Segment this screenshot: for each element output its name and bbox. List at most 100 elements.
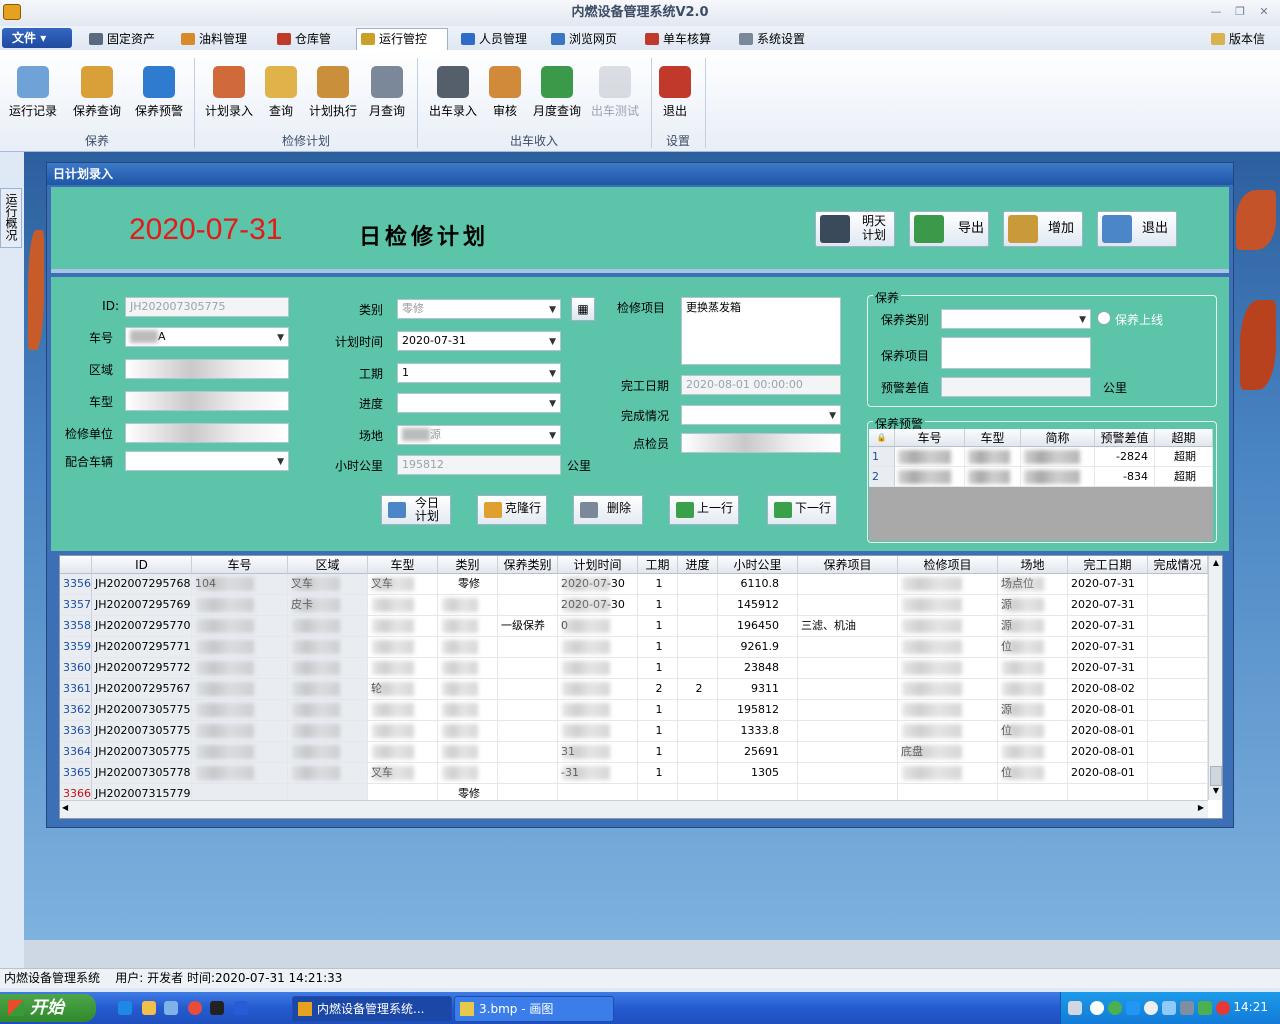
table-cell-mtype[interactable] xyxy=(498,784,558,800)
table-cell-fin[interactable]: 2020-08-02 xyxy=(1068,679,1148,700)
menu-1[interactable]: 固定资产 xyxy=(84,28,170,50)
table-cell-id[interactable]: JH202007305778 xyxy=(92,763,192,784)
ribbon-button-11[interactable]: 出车测试 xyxy=(584,64,646,124)
table-cell-days[interactable]: 1 xyxy=(638,742,678,763)
exit-button[interactable]: 退出 xyxy=(1097,211,1177,247)
item-textarea[interactable]: 更换蒸发箱 xyxy=(681,297,841,365)
table-cell-days[interactable]: 2 xyxy=(638,679,678,700)
clone-row-button[interactable]: 克隆行 xyxy=(477,495,547,525)
network-icon[interactable] xyxy=(1108,1001,1122,1015)
progress-select[interactable]: ▼ xyxy=(397,393,561,413)
table-cell-hours[interactable]: 9261.9 xyxy=(718,637,798,658)
table-cell-item[interactable] xyxy=(898,784,998,800)
table-cell-mitem[interactable] xyxy=(798,595,898,616)
ribbon-button-6[interactable]: 计划执行 xyxy=(302,64,364,124)
table-cell-fin[interactable]: 2020-08-01 xyxy=(1068,721,1148,742)
table-cell-mitem[interactable] xyxy=(798,679,898,700)
scroll-down-icon[interactable]: ▼ xyxy=(1209,786,1223,795)
table-cell-fin[interactable]: 2020-07-31 xyxy=(1068,637,1148,658)
table-cell-type[interactable]: 零修 xyxy=(438,784,498,800)
table-cell-done[interactable] xyxy=(1148,721,1208,742)
table-cell-fin[interactable]: 2020-07-31 xyxy=(1068,616,1148,637)
table-cell-model[interactable] xyxy=(368,784,438,800)
tray-arrow-icon[interactable] xyxy=(1090,1001,1104,1015)
table-cell-prog[interactable] xyxy=(678,742,718,763)
table-cell-done[interactable] xyxy=(1148,700,1208,721)
table-cell-id[interactable]: JH202007305775 xyxy=(92,742,192,763)
table-cell-mtype[interactable] xyxy=(498,658,558,679)
table-cell-prog[interactable] xyxy=(678,616,718,637)
table-cell-fin[interactable]: 2020-08-01 xyxy=(1068,700,1148,721)
table-cell-days[interactable]: 1 xyxy=(638,721,678,742)
app-shortcut-icon[interactable] xyxy=(234,1001,248,1015)
qq-icon[interactable] xyxy=(210,1001,224,1015)
warn-diff-field[interactable] xyxy=(941,377,1091,397)
table-cell-id[interactable]: JH202007295771 xyxy=(92,637,192,658)
table-cell-mitem[interactable] xyxy=(798,574,898,595)
folder-icon[interactable] xyxy=(142,1001,156,1015)
finish-date-field[interactable]: 2020-08-01 00:00:00 xyxy=(681,375,841,395)
table-cell-mitem[interactable] xyxy=(798,658,898,679)
partner-select[interactable]: ▼ xyxy=(125,451,289,471)
monitor-icon[interactable] xyxy=(1180,1001,1194,1015)
table-cell-hours[interactable]: 23848 xyxy=(718,658,798,679)
tomorrow-plan-button[interactable]: 明天 计划 xyxy=(815,211,895,247)
ribbon-button-12[interactable]: 退出 xyxy=(644,64,706,124)
table-cell-id[interactable]: JH202007305775 xyxy=(92,700,192,721)
site-select[interactable]: 源 ▼ xyxy=(397,425,561,445)
security-icon[interactable] xyxy=(1198,1001,1212,1015)
next-row-button[interactable]: 下一行 xyxy=(767,495,837,525)
ribbon-button-2[interactable]: 保养查询 xyxy=(66,64,128,124)
menu-7[interactable]: 单车核算 xyxy=(640,28,728,50)
table-cell-hours[interactable]: 9311 xyxy=(718,679,798,700)
table-cell-mitem[interactable]: 三滤、机油 xyxy=(798,616,898,637)
area-field[interactable] xyxy=(125,359,289,379)
inspector-field[interactable] xyxy=(681,433,841,453)
plan-time-select[interactable]: 2020-07-31 ▼ xyxy=(397,331,561,351)
type-select[interactable]: 零修 ▼ xyxy=(397,299,561,319)
ribbon-button-3[interactable]: 保养预警 xyxy=(128,64,190,124)
table-cell-prog[interactable] xyxy=(678,637,718,658)
table-cell-days[interactable]: 1 xyxy=(638,595,678,616)
audio-icon[interactable] xyxy=(1162,1001,1176,1015)
table-cell-days[interactable]: 1 xyxy=(638,574,678,595)
menu-8[interactable]: 系统设置 xyxy=(734,28,824,50)
table-cell-hours[interactable]: 195812 xyxy=(718,700,798,721)
table-cell-fin[interactable]: 2020-08-01 xyxy=(1068,763,1148,784)
table-cell-id[interactable]: JH202007295769 xyxy=(92,595,192,616)
table-cell-prog[interactable]: 2 xyxy=(678,679,718,700)
table-cell-days[interactable]: 1 xyxy=(638,616,678,637)
export-button[interactable]: 导出 xyxy=(909,211,989,247)
table-cell-days[interactable]: 1 xyxy=(638,763,678,784)
table-cell-id[interactable]: JH202007295768 xyxy=(92,574,192,595)
close-icon[interactable]: ✕ xyxy=(1256,5,1272,19)
scroll-left-icon[interactable]: ◀ xyxy=(62,803,68,812)
table-cell-done[interactable] xyxy=(1148,742,1208,763)
table-cell-done[interactable] xyxy=(1148,679,1208,700)
table-cell-mitem[interactable] xyxy=(798,742,898,763)
maint-item-field[interactable] xyxy=(941,337,1091,369)
table-cell-area[interactable] xyxy=(288,784,368,800)
table-cell-prog[interactable] xyxy=(678,700,718,721)
table-cell-hours[interactable]: 145912 xyxy=(718,595,798,616)
table-cell-mtype[interactable]: 一级保养 xyxy=(498,616,558,637)
delete-button[interactable]: 删除 xyxy=(573,495,643,525)
unit-field[interactable] xyxy=(125,423,289,443)
menu-4[interactable]: 运行管控 xyxy=(356,28,448,50)
table-cell-done[interactable] xyxy=(1148,784,1208,800)
table-cell-mitem[interactable] xyxy=(798,763,898,784)
table-cell-mtype[interactable] xyxy=(498,763,558,784)
ribbon-button-7[interactable]: 月查询 xyxy=(356,64,418,124)
table-cell-prog[interactable] xyxy=(678,784,718,800)
table-cell-id[interactable]: JH202007295767 xyxy=(92,679,192,700)
browser-icon[interactable] xyxy=(164,1001,178,1015)
chrome-icon[interactable] xyxy=(188,1001,202,1015)
table-cell-id[interactable]: JH202007295772 xyxy=(92,658,192,679)
shield-icon[interactable] xyxy=(1216,1001,1230,1015)
table-cell-mtype[interactable] xyxy=(498,721,558,742)
menu-5[interactable]: 人员管理 xyxy=(456,28,538,50)
ie-icon[interactable] xyxy=(118,1001,132,1015)
grid-picker-icon[interactable]: ▦ xyxy=(571,297,595,321)
scroll-right-icon[interactable]: ▶ xyxy=(1198,803,1204,812)
table-cell-days[interactable]: 1 xyxy=(638,637,678,658)
